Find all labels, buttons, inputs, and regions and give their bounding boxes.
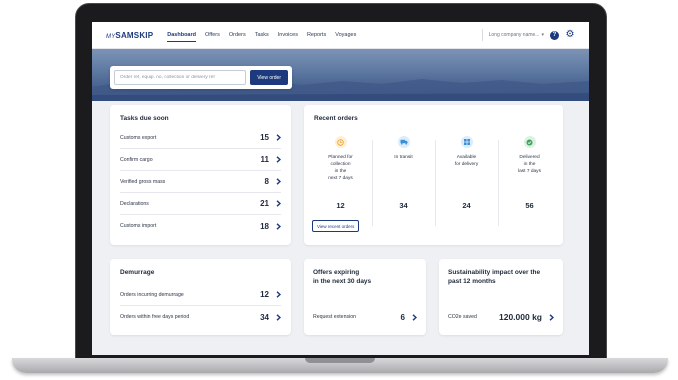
nav-orders[interactable]: Orders xyxy=(229,30,246,40)
chevron-right-icon xyxy=(275,134,281,142)
co2-saved-label: CO2e saved xyxy=(448,314,477,320)
tasks-card: Tasks due soon Customs export 15 Confirm… xyxy=(110,105,291,245)
top-nav: MYSAMSKIP Dashboard Offers Orders Tasks … xyxy=(92,22,589,49)
ro-count: 56 xyxy=(525,201,534,210)
logo-name: SAMSKIP xyxy=(115,30,154,40)
task-label: Verified gross mass xyxy=(120,178,166,185)
chevron-right-icon xyxy=(275,313,281,321)
recent-orders-title: Recent orders xyxy=(314,115,358,122)
ro-available-delivery[interactable]: Available for delivery 24 xyxy=(436,136,497,228)
company-selector[interactable]: Long company name... ▾ xyxy=(489,32,544,38)
help-icon[interactable]: ? xyxy=(550,30,559,40)
nav-divider xyxy=(481,29,483,41)
nav-tasks[interactable]: Tasks xyxy=(255,30,269,40)
co2-saved-value: 120.000 kg xyxy=(498,312,542,322)
chevron-right-icon xyxy=(275,222,281,230)
offers-expiring-card: Offers expiring in the next 30 days Requ… xyxy=(304,259,426,335)
nav-right: Long company name... ▾ ? ⚙ xyxy=(481,29,575,41)
nav-offers[interactable]: Offers xyxy=(205,30,220,40)
grid-icon xyxy=(460,136,473,148)
request-extension-count: 6 xyxy=(400,312,405,322)
demurrage-title: Demurrage xyxy=(120,269,155,276)
chevron-right-icon xyxy=(275,200,281,208)
task-row-verified-gross-mass[interactable]: Verified gross mass 8 xyxy=(120,171,281,193)
demurrage-card: Demurrage Orders incurring demurrage 12 … xyxy=(110,259,291,335)
sustainability-title-line1: Sustainability impact over the xyxy=(448,269,541,276)
demurrage-count: 12 xyxy=(260,290,269,299)
tasks-title: Tasks due soon xyxy=(120,115,169,122)
truck-icon xyxy=(397,136,410,148)
task-count: 18 xyxy=(260,221,269,231)
demurrage-label: Orders within free days period xyxy=(120,314,190,320)
ro-delivered[interactable]: Delivered in the last 7 days 56 xyxy=(499,136,560,228)
task-row-confirm-cargo[interactable]: Confirm cargo 11 xyxy=(120,149,281,171)
offers-expiring-title: Offers expiring in the next 30 days xyxy=(313,268,371,286)
nav-reports[interactable]: Reports xyxy=(307,30,326,40)
task-label: Declarations xyxy=(120,200,149,207)
ro-count: 24 xyxy=(462,201,471,210)
sustainability-title: Sustainability impact over the past 12 m… xyxy=(448,268,540,286)
offers-title-line1: Offers expiring xyxy=(313,269,360,276)
request-extension-row[interactable]: Request extension 6 xyxy=(313,306,417,328)
task-count: 21 xyxy=(260,199,269,208)
co2-saved-row[interactable]: CO2e saved 120.000 kg xyxy=(448,306,554,328)
nav-dashboard[interactable]: Dashboard xyxy=(167,30,196,42)
company-name: Long company name... xyxy=(488,32,540,38)
offers-title-line2: in the next 30 days xyxy=(313,278,372,285)
chevron-right-icon xyxy=(275,291,281,299)
task-count: 15 xyxy=(260,133,269,142)
search-card: View order xyxy=(110,66,292,89)
task-label: Customs export xyxy=(120,134,157,141)
recent-orders-card: Recent orders Planned for collection in … xyxy=(304,105,563,245)
sustainability-card: Sustainability impact over the past 12 m… xyxy=(439,259,563,335)
view-recent-orders-button[interactable]: View recent orders xyxy=(312,220,360,232)
task-count: 8 xyxy=(264,177,269,186)
chevron-down-icon: ▾ xyxy=(541,32,544,38)
demurrage-row-incurring[interactable]: Orders incurring demurrage 12 xyxy=(120,284,281,306)
clock-icon xyxy=(334,136,347,148)
task-row-customs-import[interactable]: Customs import 18 xyxy=(120,215,281,237)
check-icon xyxy=(523,136,536,148)
nav-links: Dashboard Offers Orders Tasks Invoices R… xyxy=(167,30,356,42)
ro-count: 12 xyxy=(336,201,345,210)
sustainability-title-line2: past 12 months xyxy=(448,278,496,285)
ro-count: 34 xyxy=(399,201,408,210)
ro-planned-collection[interactable]: Planned for collection in the next 7 day… xyxy=(310,136,371,228)
view-order-button[interactable]: View order xyxy=(250,70,288,85)
chevron-right-icon xyxy=(275,156,281,164)
chevron-right-icon xyxy=(411,313,417,321)
task-label: Confirm cargo xyxy=(120,156,153,163)
laptop-notch xyxy=(305,358,375,363)
order-search-input[interactable] xyxy=(114,70,247,85)
chevron-right-icon xyxy=(275,178,281,186)
nav-voyages[interactable]: Voyages xyxy=(335,30,356,40)
nav-invoices[interactable]: Invoices xyxy=(278,30,298,40)
task-count: 11 xyxy=(260,155,269,164)
demurrage-row-free-days[interactable]: Orders within free days period 34 xyxy=(120,306,281,328)
ro-label: Available for delivery xyxy=(454,155,479,167)
ro-in-transit[interactable]: In transit 34 xyxy=(373,136,434,228)
screen: MYSAMSKIP Dashboard Offers Orders Tasks … xyxy=(92,22,589,355)
brand-logo[interactable]: MYSAMSKIP xyxy=(106,31,153,40)
task-row-customs-export[interactable]: Customs export 15 xyxy=(120,127,281,149)
request-extension-label: Request extension xyxy=(313,314,356,320)
task-row-declarations[interactable]: Declarations 21 xyxy=(120,193,281,215)
demurrage-count: 34 xyxy=(260,312,269,322)
logo-prefix: MY xyxy=(106,33,116,40)
chevron-right-icon xyxy=(548,313,554,321)
ro-label: Delivered in the last 7 days xyxy=(518,155,541,174)
gear-icon[interactable]: ⚙ xyxy=(565,30,575,40)
ro-label: Planned for collection in the next 7 day… xyxy=(328,155,353,181)
demurrage-label: Orders incurring demurrage xyxy=(120,291,184,298)
ro-label: In transit xyxy=(394,155,413,160)
task-label: Customs import xyxy=(120,223,157,229)
